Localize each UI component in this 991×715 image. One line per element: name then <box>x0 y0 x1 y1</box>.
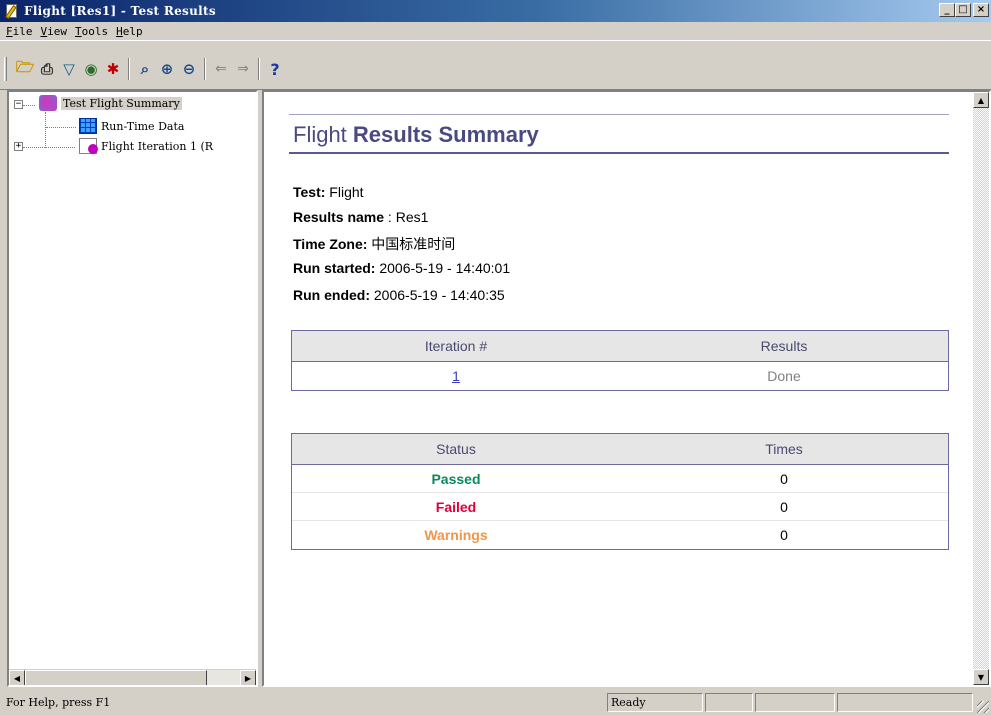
toolbar-grip[interactable] <box>4 57 7 81</box>
print-icon[interactable]: ⎙ <box>36 58 58 80</box>
close-button[interactable]: × <box>973 3 989 17</box>
status-pane <box>837 693 973 712</box>
menu-help[interactable]: Help <box>114 25 149 38</box>
table-row: Passed 0 <box>292 465 948 493</box>
menu-tools[interactable]: Tools <box>73 25 114 38</box>
table-header-row: Iteration # Results <box>292 331 948 362</box>
results-name-info: Results name : Res1 <box>293 209 429 225</box>
minimize-button[interactable]: _ <box>939 3 955 17</box>
iterations-table: Iteration # Results 1 Done <box>291 330 949 391</box>
scroll-thumb[interactable] <box>25 670 207 685</box>
back-arrow-icon[interactable]: ⇐ <box>210 58 232 80</box>
test-info: Test: Flight <box>293 184 364 200</box>
help-icon[interactable]: ? <box>264 58 286 80</box>
toolbar-separator <box>204 58 206 80</box>
resize-grip[interactable] <box>977 701 989 713</box>
scroll-down-button[interactable]: ▼ <box>973 669 989 685</box>
zoom-in-icon[interactable]: ⊕ <box>156 58 178 80</box>
results-tree[interactable]: − Test Flight Summary Run-Time Data + Fl… <box>7 90 258 687</box>
menu-bar: File View Tools Help <box>0 22 991 40</box>
window-title: Flight [Res1] - Test Results <box>24 4 216 18</box>
table-row: 1 Done <box>292 362 948 390</box>
toolbar: 🗁 ⎙ ▽ ◉ ✱ ⌕ ⊕ ⊖ ⇐ ⇒ ? <box>0 40 991 90</box>
help-hint: For Help, press F1 <box>6 696 111 709</box>
menu-file[interactable]: File <box>4 25 39 38</box>
status-warnings: Warnings <box>424 527 488 543</box>
scroll-right-button[interactable]: ▶ <box>240 670 256 685</box>
menu-view[interactable]: View <box>39 25 74 38</box>
column-header: Times <box>620 434 948 465</box>
column-header: Results <box>620 331 948 362</box>
expand-expander[interactable]: + <box>14 142 23 151</box>
header-underline <box>289 152 949 154</box>
table-header-row: Status Times <box>292 434 948 465</box>
status-count: 0 <box>620 465 948 493</box>
toolbar-separator <box>128 58 130 80</box>
status-count: 0 <box>780 527 788 543</box>
tree-item-test-flight-summary[interactable]: Test Flight Summary <box>39 94 182 112</box>
run-started-info: Run started: 2006-5-19 - 14:40:01 <box>293 260 511 276</box>
status-pane <box>755 693 835 712</box>
scroll-left-button[interactable]: ◀ <box>9 670 25 685</box>
scroll-up-button[interactable]: ▲ <box>973 92 989 108</box>
tree-item-run-time-data[interactable]: Run-Time Data <box>79 117 184 135</box>
status-failed: Failed <box>292 493 620 521</box>
status-table: Status Times Passed 0 Failed 0 Warnings … <box>291 433 949 550</box>
tree-item-label: Flight Iteration 1 (R <box>101 139 214 153</box>
column-header: Iteration # <box>292 331 620 362</box>
collapse-expander[interactable]: − <box>14 100 23 109</box>
results-content: Flight Results Summary Test: Flight Resu… <box>262 90 991 687</box>
title-bar: Flight [Res1] - Test Results _ □ × <box>0 0 991 22</box>
column-header: Status <box>292 434 620 465</box>
zoom-out-icon[interactable]: ⊖ <box>178 58 200 80</box>
toolbar-separator <box>258 58 260 80</box>
find-icon[interactable]: ◉ <box>80 58 102 80</box>
preview-icon[interactable]: ⌕ <box>134 58 156 80</box>
status-bar: For Help, press F1 Ready <box>0 690 991 715</box>
window-controls: _ □ × <box>939 3 989 17</box>
iteration-result: Done <box>767 368 801 384</box>
page-title: Flight Results Summary <box>293 122 539 147</box>
tree-item-label: Test Flight Summary <box>61 96 182 110</box>
content-vertical-scrollbar[interactable]: ▲ ▼ <box>973 92 989 685</box>
tree-item-flight-iteration-1[interactable]: Flight Iteration 1 (R <box>79 137 213 155</box>
forward-arrow-icon[interactable]: ⇒ <box>232 58 254 80</box>
bug-icon[interactable]: ✱ <box>102 58 124 80</box>
app-icon[interactable] <box>4 3 20 19</box>
status-pane-state: Ready <box>607 693 703 712</box>
status-pane <box>705 693 753 712</box>
status-count: 0 <box>620 493 948 521</box>
maximize-button[interactable]: □ <box>955 3 971 17</box>
grid-icon <box>79 118 97 134</box>
run-ended-info: Run ended: 2006-5-19 - 14:40:35 <box>293 287 505 303</box>
tree-horizontal-scrollbar[interactable]: ◀ ▶ <box>9 669 256 685</box>
table-row: Failed 0 <box>292 493 948 521</box>
open-icon[interactable]: 🗁 <box>14 58 36 80</box>
iteration-link[interactable]: 1 <box>452 368 460 384</box>
summary-icon <box>39 95 57 111</box>
status-passed: Passed <box>292 465 620 493</box>
table-row: Warnings 0 <box>292 521 948 549</box>
tree-item-label: Run-Time Data <box>101 119 185 133</box>
time-zone-info: Time Zone: 中国标准时间 <box>293 236 456 252</box>
filter-icon[interactable]: ▽ <box>58 58 80 80</box>
header-rule <box>289 114 949 115</box>
iteration-icon <box>79 138 98 154</box>
